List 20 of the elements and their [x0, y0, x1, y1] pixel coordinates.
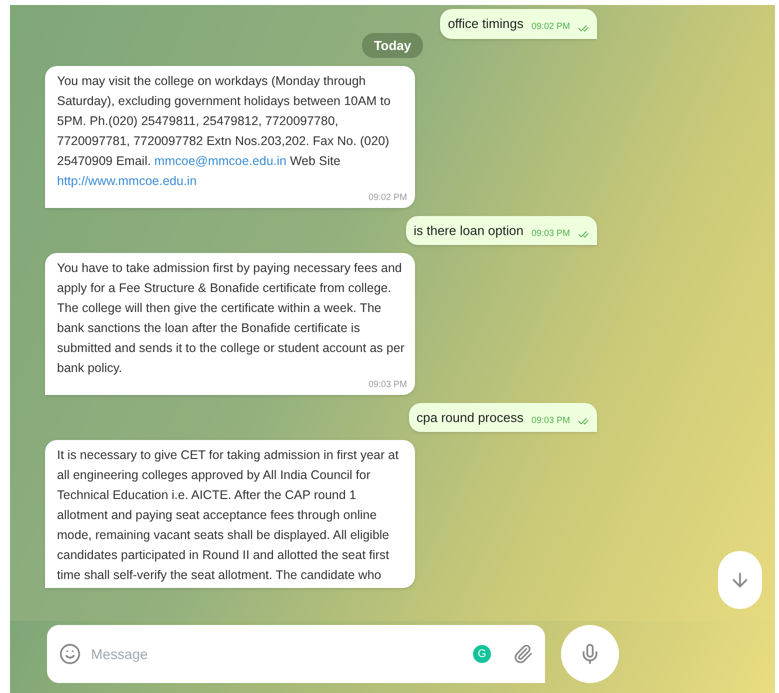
message-text: is there loan option: [414, 222, 524, 240]
message-text: It is necessary to give CET for taking admission in first year at all engineering colleges approved by All India Council for Technical Education i.e. AICTE. After the CAP round 1 allotment and paying seat acceptance fees through online mode, remaining vacant seats shall be displayed. All eligible candidates participated in Round II and allotted the seat first time shall self-verify the seat allotment. The candidate who: [57, 447, 400, 584]
message-time: 09:03 PM: [531, 226, 570, 240]
scroll-down-button[interactable]: [718, 551, 762, 609]
message-field[interactable]: Message G: [47, 625, 545, 683]
grammar-badge[interactable]: G: [473, 645, 491, 663]
message-link[interactable]: mmcoe@mmcoe.edu.in: [154, 154, 286, 168]
date-chip: Today: [362, 32, 424, 58]
message-time: 09:03 PM: [368, 378, 407, 391]
message-time: 09:02 PM: [368, 191, 407, 204]
message-link[interactable]: http://www.mmcoe.edu.in: [57, 174, 197, 188]
message-input[interactable]: Message: [91, 644, 463, 664]
message-text: You may visit the college on workdays (Monday through Saturday), excluding government holidays between 10AM to 5PM. Ph.(020) 25479811, 25479812, 7720097780, 7720097781, 7720097782 Extn Nos.203,202. Fax No. (020) 25470909 Email. mmcoe@mmcoe.edu.in Web Site http://www.mmcoe.edu.in: [57, 73, 392, 190]
message-text: cpa round process: [416, 408, 524, 427]
message-time: 09:03 PM: [531, 414, 570, 426]
message-time: 09:02 PM: [531, 20, 570, 33]
emoji-icon[interactable]: [59, 643, 81, 665]
attach-icon[interactable]: [513, 644, 533, 664]
message-text: office timings: [448, 15, 524, 33]
message-text: You have to take admission first by paying necessary fees and apply for a Fee Structure & Bonafide certificate from college. The college will then give the certificate within a week. The bank sanctions the loan after the Bonafide certificate is submitted and sends it to the college or student account as per bank policy.: [57, 260, 406, 377]
